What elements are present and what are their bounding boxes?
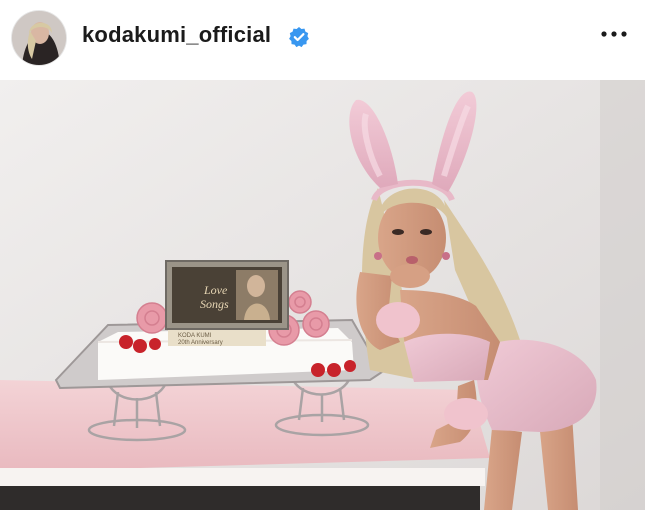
plaque-caption-line2: 20th Anniversary: [178, 340, 223, 346]
plaque-title-line2: Songs: [200, 297, 229, 311]
top: [404, 333, 490, 382]
profile-avatar[interactable]: [12, 11, 66, 65]
right-cuff: [444, 398, 488, 430]
post-username[interactable]: kodakumi_official: [82, 22, 271, 48]
left-cuff: [376, 302, 420, 338]
table-base: [0, 486, 480, 510]
more-options-icon[interactable]: [600, 24, 630, 44]
plaque-title-line1: Love: [203, 283, 228, 297]
table-cloth: [0, 380, 490, 472]
verified-badge-icon: [288, 26, 310, 48]
post-photo[interactable]: Love Songs KODA KUMI 20th Anniversary: [0, 80, 645, 510]
plaque-caption-line1: KODA KUMI: [178, 333, 212, 339]
avatar-image: [12, 11, 66, 65]
post-header: kodakumi_official: [0, 0, 645, 80]
